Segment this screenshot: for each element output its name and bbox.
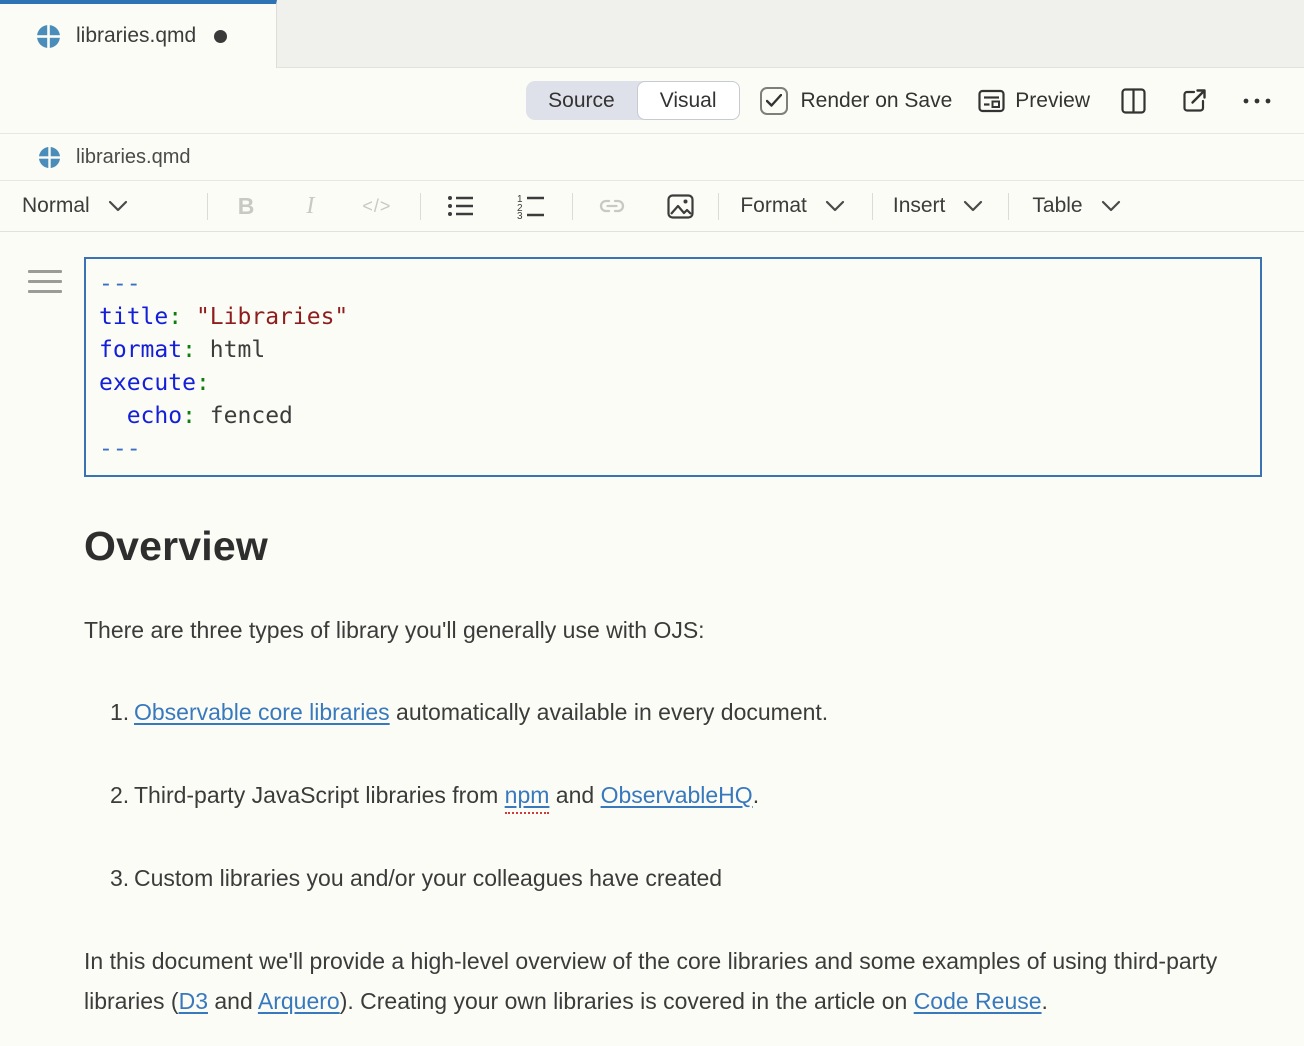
breadcrumb: libraries.qmd: [0, 134, 1304, 181]
chevron-down-icon: [108, 200, 128, 212]
link-d3[interactable]: D3: [179, 988, 208, 1014]
preview-label: Preview: [1015, 89, 1090, 113]
table-menu-label: Table: [1032, 194, 1082, 218]
numbered-list: 1.Observable core libraries automaticall…: [84, 692, 1262, 898]
tab-title: libraries.qmd: [76, 24, 196, 48]
numbered-list-icon: 123: [517, 193, 545, 219]
paragraph-style-dropdown[interactable]: Normal: [22, 194, 128, 218]
link-icon: [598, 195, 626, 217]
insert-image-button[interactable]: [667, 194, 694, 219]
italic-button[interactable]: I: [306, 193, 314, 220]
list-number: 1.: [110, 692, 134, 732]
visual-editor-document: --- title: "Libraries" format: html exec…: [0, 232, 1304, 1046]
breadcrumb-filename[interactable]: libraries.qmd: [76, 146, 190, 169]
list-number: 3.: [110, 858, 134, 898]
more-actions-button[interactable]: [1242, 97, 1272, 105]
open-external-button[interactable]: [1182, 88, 1208, 114]
link-code-reuse[interactable]: Code Reuse: [914, 988, 1042, 1014]
open-external-icon: [1182, 88, 1208, 114]
intro-paragraph: There are three types of library you'll …: [84, 610, 1262, 650]
preview-icon: [978, 89, 1005, 113]
editor-action-bar: Source Visual Render on Save Preview: [0, 68, 1304, 134]
render-on-save-group[interactable]: Render on Save: [760, 87, 953, 115]
table-menu[interactable]: Table: [1032, 194, 1120, 218]
format-menu[interactable]: Format: [740, 194, 845, 218]
source-visual-toggle: Source Visual: [526, 81, 739, 120]
list-item: 3.Custom libraries you and/or your colle…: [110, 858, 1262, 898]
list-number: 2.: [110, 775, 134, 815]
split-editor-icon: [1121, 88, 1146, 114]
closing-paragraph: In this document we'll provide a high-le…: [84, 941, 1224, 1021]
visual-mode-button[interactable]: Visual: [637, 81, 740, 120]
more-actions-icon: [1242, 97, 1272, 105]
chevron-down-icon: [825, 200, 845, 212]
svg-text:3: 3: [517, 211, 523, 219]
quarto-icon: [36, 24, 61, 49]
tab-strip-empty-area: [277, 0, 1304, 68]
toolbar-divider: [1008, 193, 1009, 220]
toolbar-divider: [207, 193, 208, 220]
image-icon: [667, 194, 694, 219]
hamburger-icon: [28, 290, 62, 293]
italic-icon: I: [306, 193, 314, 220]
toolbar-divider: [872, 193, 873, 220]
yaml-front-matter-block[interactable]: --- title: "Libraries" format: html exec…: [84, 257, 1262, 477]
source-mode-button[interactable]: Source: [526, 81, 637, 120]
format-menu-label: Format: [740, 194, 807, 218]
link-observablehq[interactable]: ObservableHQ: [601, 782, 753, 808]
bold-button[interactable]: B: [238, 193, 255, 220]
bullet-list-button[interactable]: [447, 194, 475, 218]
yaml-line: format: html: [99, 334, 1247, 367]
tab-strip: libraries.qmd: [0, 0, 1304, 68]
bullet-list-icon: [447, 194, 475, 218]
code-icon: </>: [362, 196, 391, 217]
toolbar-divider: [718, 193, 719, 220]
toolbar-divider: [572, 193, 573, 220]
hamburger-icon: [28, 280, 62, 283]
check-icon: [766, 94, 782, 107]
chevron-down-icon: [1101, 200, 1121, 212]
chevron-down-icon: [963, 200, 983, 212]
heading-overview: Overview: [84, 523, 1262, 570]
yaml-line: execute:: [99, 367, 1247, 400]
yaml-line: echo: fenced: [99, 400, 1247, 433]
render-on-save-checkbox[interactable]: [760, 87, 788, 115]
paragraph-style-label: Normal: [22, 194, 90, 218]
bold-icon: B: [238, 193, 255, 220]
preview-button[interactable]: Preview: [978, 89, 1090, 113]
code-button[interactable]: </>: [362, 196, 391, 217]
block-drag-handle[interactable]: [28, 270, 62, 300]
yaml-line: title: "Libraries": [99, 301, 1247, 334]
link-npm[interactable]: npm: [505, 782, 550, 808]
render-on-save-label: Render on Save: [801, 89, 953, 113]
numbered-list-button[interactable]: 123: [517, 193, 545, 219]
insert-link-button[interactable]: [598, 195, 626, 217]
format-toolbar: Normal B I </> 123 Format Insert Table: [0, 181, 1304, 232]
yaml-line: ---: [99, 433, 1247, 466]
yaml-line: ---: [99, 268, 1247, 301]
list-item: 2.Third-party JavaScript libraries from …: [110, 775, 1262, 815]
modified-indicator: [214, 30, 227, 43]
link-arquero[interactable]: Arquero: [258, 988, 340, 1014]
insert-menu-label: Insert: [893, 194, 946, 218]
link-observable-core-libraries[interactable]: Observable core libraries: [134, 699, 390, 725]
insert-menu[interactable]: Insert: [893, 194, 984, 218]
split-editor-button[interactable]: [1121, 88, 1146, 114]
hamburger-icon: [28, 270, 62, 273]
list-item: 1.Observable core libraries automaticall…: [110, 692, 1262, 732]
toolbar-divider: [420, 193, 421, 220]
quarto-icon: [38, 146, 61, 169]
tab-libraries-qmd[interactable]: libraries.qmd: [0, 0, 277, 68]
